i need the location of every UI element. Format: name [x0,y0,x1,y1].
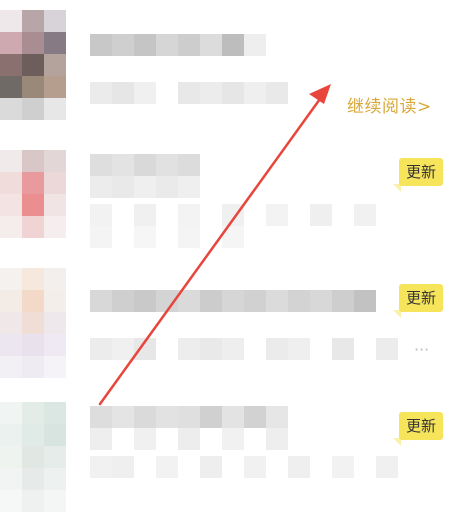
annotation-arrow-icon [98,84,331,406]
